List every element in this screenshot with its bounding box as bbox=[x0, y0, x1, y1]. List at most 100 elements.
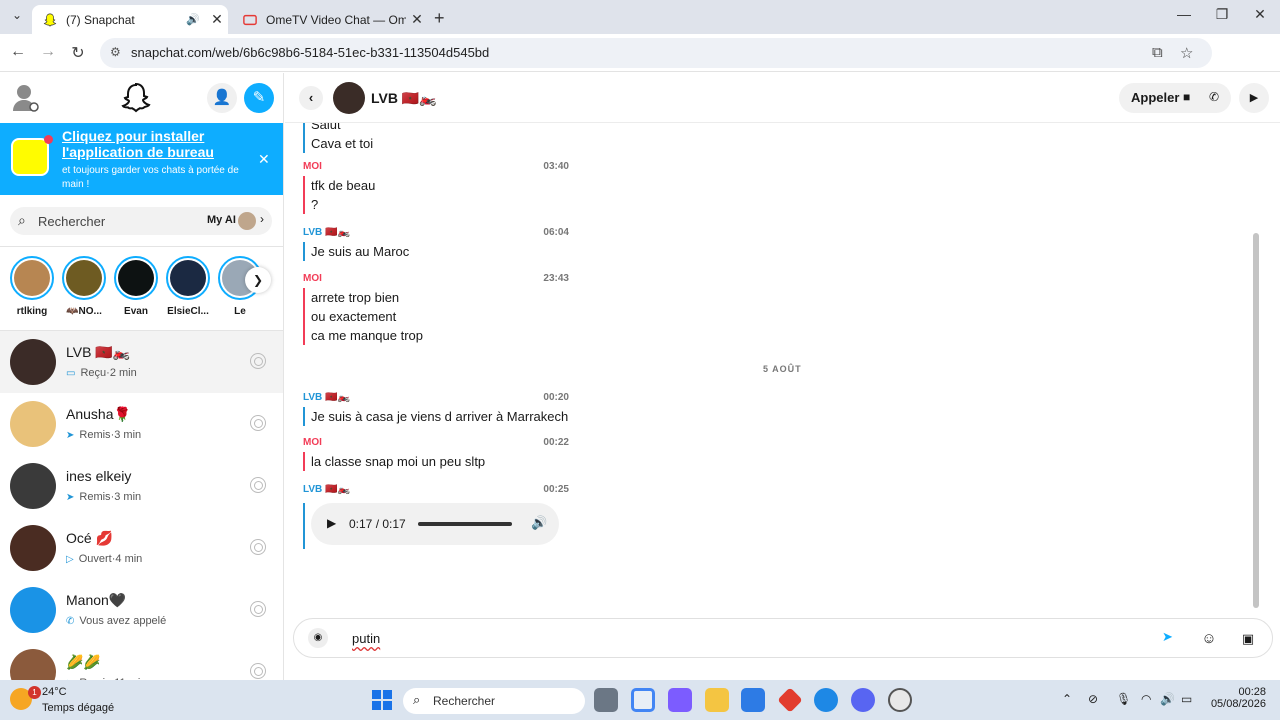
file-explorer-icon[interactable] bbox=[705, 688, 729, 712]
chat-row[interactable]: LVB 🇲🇦🏍️ ▭ Reçu · 2 min bbox=[0, 331, 283, 393]
story-item[interactable]: 🦇NO... bbox=[58, 256, 110, 317]
new-tab-icon[interactable]: + bbox=[434, 8, 445, 29]
camera-icon[interactable]: ◉ bbox=[308, 628, 328, 648]
banner-heading[interactable]: Cliquez pour installer l'application de … bbox=[62, 128, 242, 160]
chrome-icon[interactable] bbox=[631, 688, 655, 712]
microphone-icon[interactable]: 🎙 bbox=[1116, 692, 1131, 706]
play-icon[interactable]: ▶ bbox=[1239, 83, 1269, 113]
phone-icon[interactable]: ✆ bbox=[1209, 90, 1219, 104]
camera-reply-icon[interactable] bbox=[250, 415, 266, 431]
sticker-icon[interactable]: ▣ bbox=[1234, 625, 1262, 653]
chat-row[interactable]: ines elkeiy ➤ Remis · 3 min bbox=[0, 455, 283, 517]
close-window-icon[interactable]: ✕ bbox=[1240, 6, 1280, 23]
camera-reply-icon[interactable] bbox=[250, 539, 266, 555]
clock-date: 05/08/2026 bbox=[1210, 698, 1266, 710]
avatar[interactable] bbox=[10, 339, 56, 385]
tab-snapchat[interactable]: (7) Snapchat 🔊 ✕ bbox=[32, 5, 228, 34]
close-tab-icon[interactable]: ✕ bbox=[406, 11, 428, 28]
forward-icon[interactable]: → bbox=[38, 43, 58, 61]
close-banner-icon[interactable]: ✕ bbox=[258, 151, 270, 168]
install-app-icon[interactable]: ⧉ bbox=[1152, 44, 1163, 61]
bookmark-star-icon[interactable]: ☆ bbox=[1180, 44, 1193, 62]
app-circle-icon[interactable] bbox=[888, 688, 912, 712]
video-call-icon[interactable]: ■ bbox=[1183, 90, 1190, 104]
tab-search-icon[interactable]: ⌄ bbox=[8, 8, 26, 26]
minimize-icon[interactable]: — bbox=[1164, 6, 1204, 22]
site-info-icon[interactable]: ⚙ bbox=[110, 45, 121, 59]
play-audio-icon[interactable]: ▶ bbox=[327, 516, 336, 530]
camera-reply-icon[interactable] bbox=[250, 353, 266, 369]
avatar[interactable] bbox=[10, 525, 56, 571]
add-friend-button[interactable]: 👤 bbox=[207, 83, 237, 113]
send-icon[interactable]: ➤ bbox=[1162, 629, 1173, 645]
emoji-icon[interactable]: ☺ bbox=[1195, 625, 1223, 653]
chat-status: ▭ Reçu · 2 min bbox=[66, 367, 137, 379]
volume-icon[interactable]: 🔊 bbox=[1160, 692, 1175, 706]
chat-row[interactable]: 🌽🌽 ➤ Remis · 11 min bbox=[0, 641, 283, 680]
tray-chevron-icon[interactable]: ⌃ bbox=[1062, 692, 1072, 706]
story-avatar bbox=[66, 260, 102, 296]
chat-row[interactable]: Océ 💋 ▷ Ouvert · 4 min bbox=[0, 517, 283, 579]
call-icon: ✆ bbox=[66, 615, 75, 627]
url-text: snapchat.com/web/6b6c98b6-5184-51ec-b331… bbox=[131, 45, 490, 60]
back-button[interactable]: ‹ bbox=[299, 86, 323, 110]
discord-icon[interactable] bbox=[851, 688, 875, 712]
search-field[interactable]: ⌕ Rechercher My AI › bbox=[10, 207, 272, 235]
story-avatar bbox=[118, 260, 154, 296]
close-tab-icon[interactable]: ✕ bbox=[206, 11, 228, 28]
story-item[interactable]: ElsieCl... bbox=[162, 256, 214, 317]
help-icon[interactable] bbox=[814, 688, 838, 712]
chevron-right-icon[interactable]: › bbox=[260, 212, 264, 226]
my-profile-icon[interactable] bbox=[12, 83, 40, 113]
restore-icon[interactable]: ❐ bbox=[1202, 6, 1242, 23]
message-composer[interactable]: ◉ putin ➤ ☺ ▣ bbox=[293, 618, 1273, 658]
my-ai-label[interactable]: My AI bbox=[207, 214, 236, 226]
reload-icon[interactable]: ↻ bbox=[68, 43, 88, 63]
chat-row[interactable]: Anusha🌹 ➤ Remis · 3 min bbox=[0, 393, 283, 455]
story-item[interactable]: Evan bbox=[110, 256, 162, 317]
battery-icon[interactable]: ▭ bbox=[1181, 692, 1192, 706]
camera-reply-icon[interactable] bbox=[250, 663, 266, 679]
avatar[interactable] bbox=[10, 463, 56, 509]
avatar[interactable] bbox=[10, 587, 56, 633]
date-separator: 5 AOÛT bbox=[763, 364, 802, 374]
audio-time: 0:17 / 0:17 bbox=[349, 517, 406, 531]
tab-ometv[interactable]: OmeTV Video Chat — Omegle ✕ bbox=[232, 5, 428, 34]
scrollbar[interactable] bbox=[1253, 233, 1259, 608]
camera-reply-icon[interactable] bbox=[250, 601, 266, 617]
speaker-icon[interactable]: 🔊 bbox=[186, 13, 200, 26]
snapchat-ghost-icon[interactable] bbox=[120, 81, 152, 113]
clock[interactable]: 00:28 05/08/2026 bbox=[1200, 686, 1266, 710]
my-ai-avatar[interactable] bbox=[238, 212, 256, 230]
avatar[interactable] bbox=[10, 649, 56, 680]
taskbar-search[interactable]: ⌕ Rechercher bbox=[403, 688, 585, 714]
wifi-icon[interactable]: ◠ bbox=[1141, 692, 1151, 706]
task-view-icon[interactable] bbox=[594, 688, 618, 712]
store-icon[interactable] bbox=[741, 688, 765, 712]
windows-start-icon[interactable] bbox=[372, 690, 392, 710]
contact-name[interactable]: LVB 🇲🇦🏍️ bbox=[371, 90, 437, 107]
contact-avatar[interactable] bbox=[333, 82, 365, 114]
url-field[interactable]: ⚙ snapchat.com/web/6b6c98b6-5184-51ec-b3… bbox=[100, 38, 1212, 68]
audio-progress-bar[interactable] bbox=[418, 522, 512, 526]
volume-icon[interactable]: 🔊 bbox=[531, 515, 547, 531]
copilot-icon[interactable] bbox=[668, 688, 692, 712]
message-time: 00:20 bbox=[543, 392, 569, 403]
weather-badge: 1 bbox=[28, 686, 41, 699]
message-sender: LVB 🇲🇦🏍️ bbox=[303, 392, 350, 403]
tray-app-icon[interactable]: ⊘ bbox=[1088, 692, 1098, 706]
new-chat-button[interactable]: ✎ bbox=[244, 83, 274, 113]
chat-row[interactable]: Manon🖤 ✆ Vous avez appelé bbox=[0, 579, 283, 641]
story-item[interactable]: rtlking bbox=[6, 256, 58, 317]
browser-tab-bar: ⌄ (7) Snapchat 🔊 ✕ OmeTV Video Chat — Om… bbox=[0, 0, 1280, 34]
message-input[interactable]: putin bbox=[352, 631, 380, 646]
sidebar-header: 👤 ✎ bbox=[0, 73, 283, 123]
back-icon[interactable]: ← bbox=[8, 43, 28, 61]
windows-taskbar: 1 24°C Temps dégagé ⌕ Rechercher ⌃ ⊘ 🎙 ◠… bbox=[0, 680, 1280, 720]
install-app-banner[interactable]: Cliquez pour installer l'application de … bbox=[0, 123, 283, 195]
chat-name: Manon🖤 bbox=[66, 592, 127, 608]
avatar[interactable] bbox=[10, 401, 56, 447]
camera-reply-icon[interactable] bbox=[250, 477, 266, 493]
app-red-icon[interactable] bbox=[777, 687, 803, 713]
stories-next-button[interactable]: ❯ bbox=[245, 267, 271, 293]
